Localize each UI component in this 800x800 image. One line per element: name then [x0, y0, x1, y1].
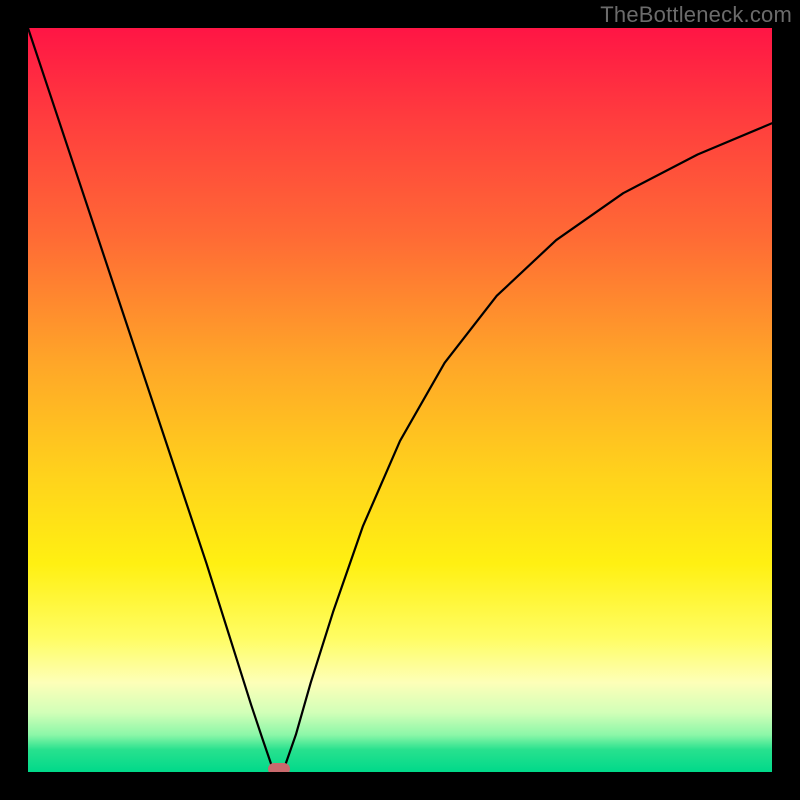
watermark-text: TheBottleneck.com — [600, 2, 792, 28]
minimum-marker — [268, 763, 290, 772]
chart-frame: TheBottleneck.com — [0, 0, 800, 800]
plot-area — [28, 28, 772, 772]
curve-svg — [28, 28, 772, 772]
bottleneck-curve-path — [28, 28, 772, 772]
